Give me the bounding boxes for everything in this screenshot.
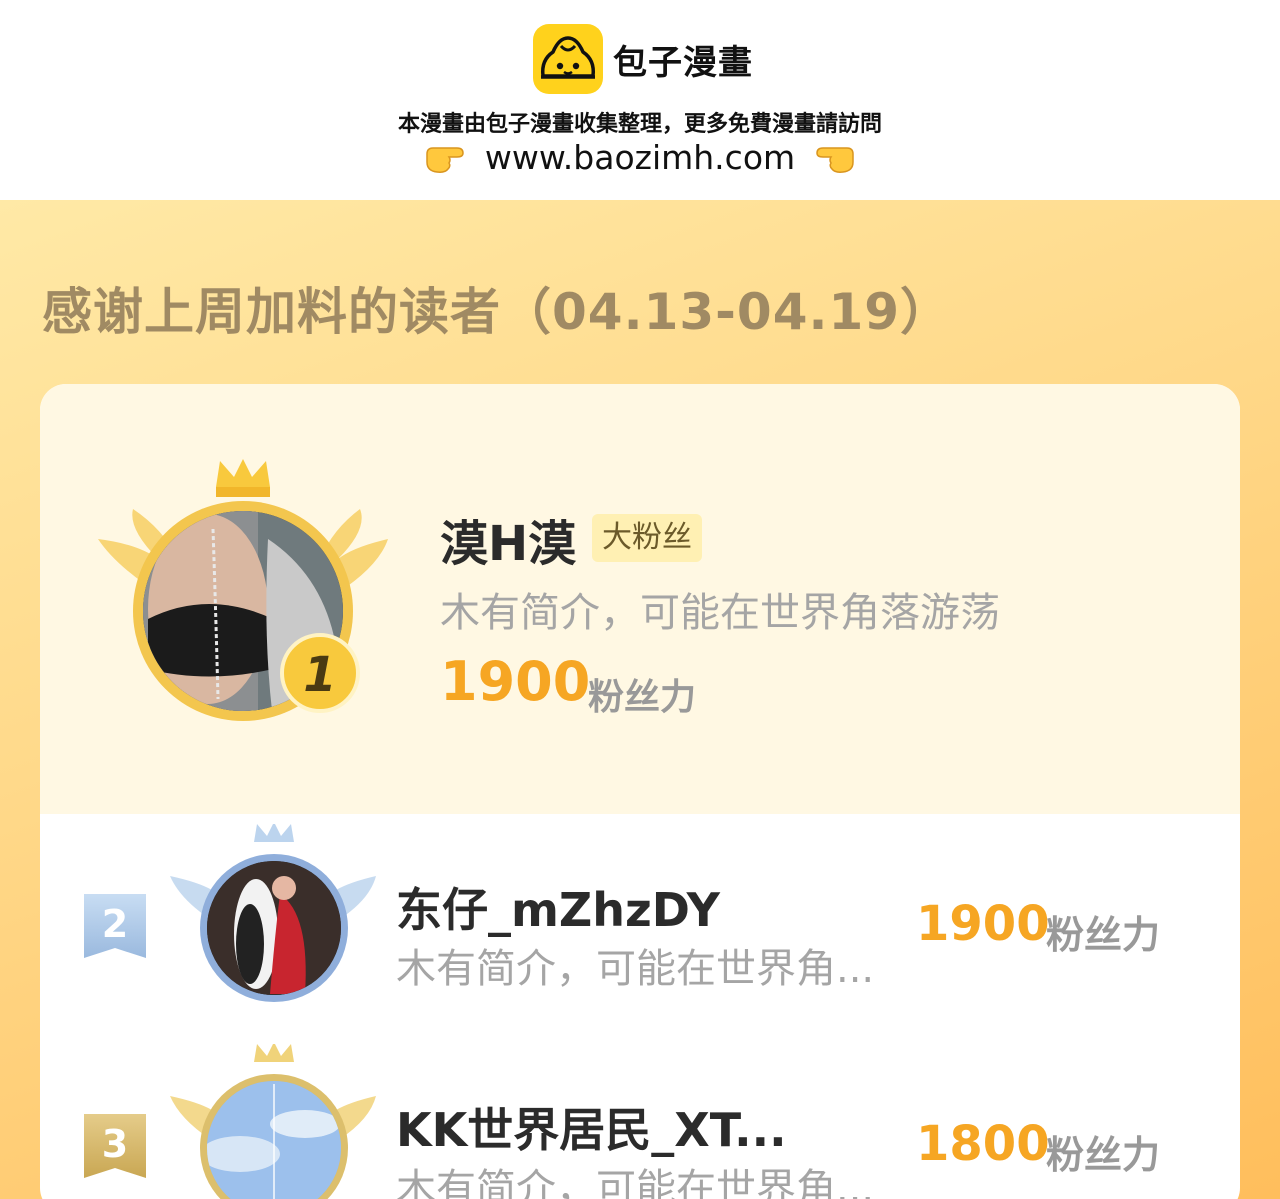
- crown-icon: [216, 459, 270, 487]
- user-bio-1: 木有简介，可能在世界角落游荡: [440, 590, 1000, 636]
- source-notice: 本漫畫由包子漫畫收集整理，更多免費漫畫請訪問: [397, 112, 882, 137]
- score-unit-2: 粉丝力: [1046, 913, 1161, 957]
- user-score-2: 1900: [916, 896, 1050, 952]
- brand[interactable]: 包子漫畫: [533, 24, 753, 94]
- site-url-link[interactable]: www.baozimh.com: [485, 138, 795, 177]
- user-bio-2: 木有简介，可能在世界角...: [396, 946, 875, 992]
- rank-number-3: 3: [101, 1122, 129, 1166]
- avatar-group-2[interactable]: [170, 822, 380, 1024]
- pointing-right-hand-icon: [426, 146, 464, 173]
- score-unit-3: 粉丝力: [1046, 1133, 1161, 1177]
- rank-flag-3: 3: [84, 1114, 146, 1178]
- baozi-logo-icon: [533, 24, 603, 94]
- first-place-avatar-group[interactable]: 1: [98, 459, 398, 739]
- user-name-3[interactable]: KK世界居民_XT...: [396, 1094, 787, 1160]
- leaderboard-row[interactable]: 3 KK世界居民_XT... 木有简介，可能在世界角... 1800 粉丝力: [40, 1042, 1240, 1199]
- crown-icon: [254, 822, 294, 842]
- user-name-1[interactable]: 漠H漠: [440, 504, 576, 574]
- user-bio-3: 木有简介，可能在世界角...: [396, 1166, 875, 1199]
- avatar-group-3[interactable]: [170, 1042, 380, 1199]
- leaderboard-panel: 感谢上周加料的读者（04.13-04.19） 1 漠H漠 大粉丝 木有简介，可能…: [0, 200, 1280, 1199]
- crown-icon: [254, 1042, 294, 1062]
- rank-number-2: 2: [101, 902, 129, 946]
- leaderboard-card: 1 漠H漠 大粉丝 木有简介，可能在世界角落游荡 1900 粉丝力 2 东仔_m…: [40, 384, 1240, 1199]
- pointing-left-hand-icon: [816, 146, 854, 173]
- user-name-2[interactable]: 东仔_mZhzDY: [396, 874, 720, 940]
- rank-flag-2: 2: [84, 894, 146, 958]
- panel-title: 感谢上周加料的读者（04.13-04.19）: [42, 283, 952, 341]
- user-score-1: 1900: [440, 650, 591, 713]
- user-avatar-3: [207, 1081, 341, 1199]
- leaderboard-row[interactable]: 2 东仔_mZhzDY 木有简介，可能在世界角... 1900 粉丝力: [40, 822, 1240, 1024]
- first-place-section[interactable]: 1 漠H漠 大粉丝 木有简介，可能在世界角落游荡 1900 粉丝力: [40, 384, 1240, 814]
- site-banner: 包子漫畫 本漫畫由包子漫畫收集整理，更多免費漫畫請訪問 www.baozimh.…: [0, 0, 1280, 200]
- score-unit-1: 粉丝力: [588, 677, 697, 718]
- brand-name: 包子漫畫: [613, 42, 753, 83]
- url-row[interactable]: www.baozimh.com: [0, 138, 1280, 177]
- user-score-3: 1800: [916, 1116, 1050, 1172]
- fan-badge: 大粉丝: [592, 514, 702, 562]
- rank-one-medal-number: 1: [303, 647, 336, 703]
